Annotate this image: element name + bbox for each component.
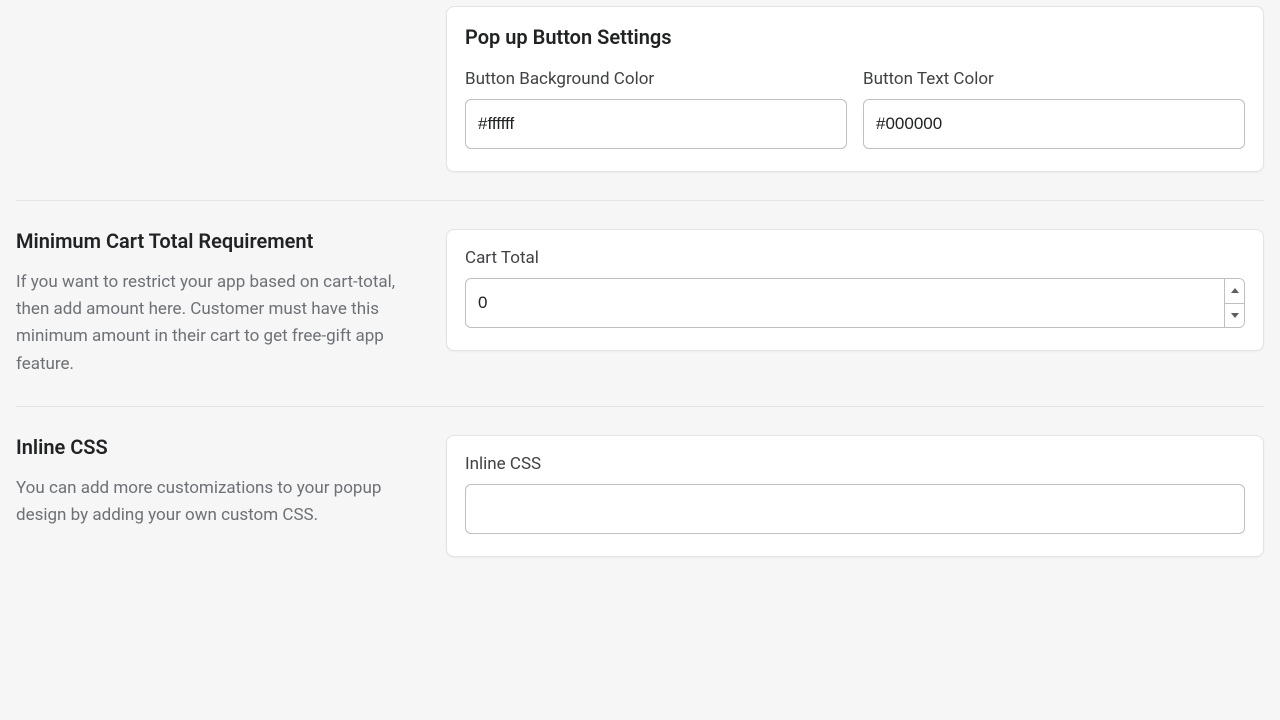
button-text-color-field: Button Text Color <box>863 69 1245 149</box>
button-text-color-input[interactable] <box>863 99 1245 149</box>
css-section-title: Inline CSS <box>16 435 418 459</box>
popup-button-settings-card: Pop up Button Settings Button Background… <box>446 6 1264 172</box>
cart-total-input[interactable] <box>466 279 1224 327</box>
cart-total-step-down[interactable] <box>1225 304 1244 328</box>
inline-css-input[interactable] <box>465 484 1245 534</box>
button-bg-color-label: Button Background Color <box>465 69 847 89</box>
cart-total-spinner <box>1224 279 1244 327</box>
inline-css-field: Inline CSS <box>465 454 1245 534</box>
inline-css-label: Inline CSS <box>465 454 1245 474</box>
css-section-desc: You can add more customizations to your … <box>16 475 418 529</box>
cart-section-desc: If you want to restrict your app based o… <box>16 269 418 378</box>
cart-left-column: Minimum Cart Total Requirement If you wa… <box>16 229 446 378</box>
cart-total-field: Cart Total <box>465 248 1245 328</box>
cart-section-title: Minimum Cart Total Requirement <box>16 229 418 253</box>
inline-css-card: Inline CSS <box>446 435 1264 557</box>
cart-total-card: Cart Total <box>446 229 1264 351</box>
button-bg-color-input[interactable] <box>465 99 847 149</box>
cart-total-label: Cart Total <box>465 248 1245 268</box>
popup-card-title: Pop up Button Settings <box>465 25 1245 49</box>
button-text-color-label: Button Text Color <box>863 69 1245 89</box>
popup-button-settings-section: Pop up Button Settings Button Background… <box>16 0 1264 201</box>
chevron-up-icon <box>1231 288 1239 293</box>
cart-total-input-wrap <box>465 278 1245 328</box>
cart-total-step-up[interactable] <box>1225 279 1244 304</box>
inline-css-section: Inline CSS You can add more customizatio… <box>16 407 1264 585</box>
cart-total-section: Minimum Cart Total Requirement If you wa… <box>16 201 1264 407</box>
css-left-column: Inline CSS You can add more customizatio… <box>16 435 446 529</box>
chevron-down-icon <box>1231 313 1239 318</box>
button-bg-color-field: Button Background Color <box>465 69 847 149</box>
